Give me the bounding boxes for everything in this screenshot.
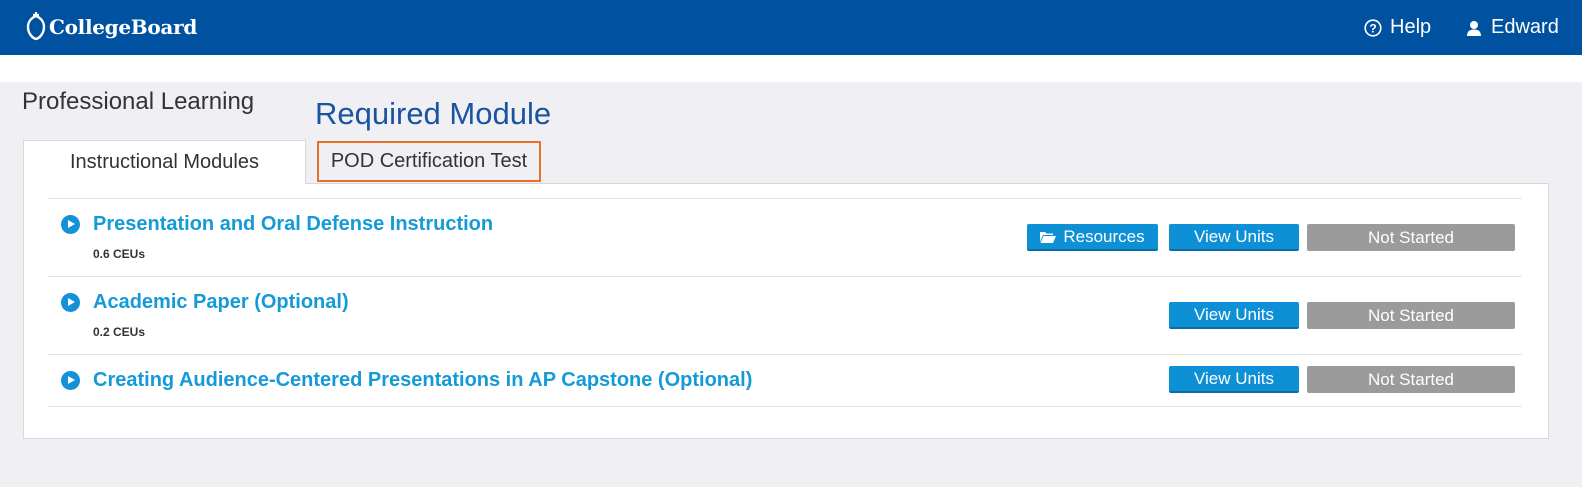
module-title[interactable]: Presentation and Oral Defense Instructio…: [93, 213, 493, 236]
play-icon[interactable]: [61, 293, 80, 312]
acorn-icon: [26, 12, 46, 41]
view-units-label: View Units: [1194, 368, 1274, 388]
collegeboard-logo[interactable]: CollegeBoard: [24, 12, 197, 42]
module-row: Academic Paper (Optional) 0.2 CEUs View …: [48, 276, 1522, 354]
play-icon[interactable]: [61, 215, 80, 234]
status-label: Not Started: [1368, 369, 1454, 389]
view-units-button[interactable]: View Units: [1169, 302, 1299, 329]
module-row: Presentation and Oral Defense Instructio…: [48, 198, 1522, 276]
module-title[interactable]: Academic Paper (Optional): [93, 291, 349, 314]
tab-instructional-modules[interactable]: Instructional Modules: [23, 140, 306, 184]
page-title: Professional Learning: [22, 88, 255, 115]
tab-label: POD Certification Test: [330, 150, 528, 172]
tab-pod-certification-test[interactable]: POD Certification Test: [317, 141, 541, 182]
folder-open-icon: [1040, 231, 1057, 243]
status-label: Not Started: [1368, 305, 1454, 325]
view-units-button[interactable]: View Units: [1169, 366, 1299, 393]
resources-button[interactable]: Resources: [1027, 224, 1158, 251]
help-link[interactable]: ? Help: [1364, 16, 1431, 39]
play-icon[interactable]: [61, 371, 80, 390]
user-menu[interactable]: Edward: [1467, 16, 1559, 39]
status-badge: Not Started: [1307, 224, 1515, 251]
view-units-button[interactable]: View Units: [1169, 224, 1299, 251]
resources-label: Resources: [1063, 226, 1145, 246]
module-row: Creating Audience-Centered Presentations…: [48, 354, 1522, 407]
status-badge: Not Started: [1307, 366, 1515, 393]
help-icon: ?: [1364, 18, 1382, 37]
help-label: Help: [1390, 16, 1432, 38]
module-ceus: 0.2 CEUs: [93, 325, 146, 339]
view-units-label: View Units: [1194, 226, 1274, 246]
user-name: Edward: [1491, 16, 1559, 38]
module-title[interactable]: Creating Audience-Centered Presentations…: [93, 369, 752, 392]
user-icon: [1467, 20, 1481, 36]
top-navigation-bar: CollegeBoard ? Help Edward: [0, 0, 1582, 55]
module-ceus: 0.6 CEUs: [93, 247, 146, 261]
view-units-label: View Units: [1194, 304, 1274, 324]
status-label: Not Started: [1368, 227, 1454, 247]
header-spacer: [0, 55, 1582, 82]
tab-connector: [24, 182, 305, 185]
svg-text:?: ?: [1369, 21, 1376, 35]
status-badge: Not Started: [1307, 302, 1515, 329]
required-module-annotation: Required Module: [315, 96, 552, 131]
logo-text: CollegeBoard: [49, 15, 198, 39]
tab-label: Instructional Modules: [70, 151, 259, 173]
